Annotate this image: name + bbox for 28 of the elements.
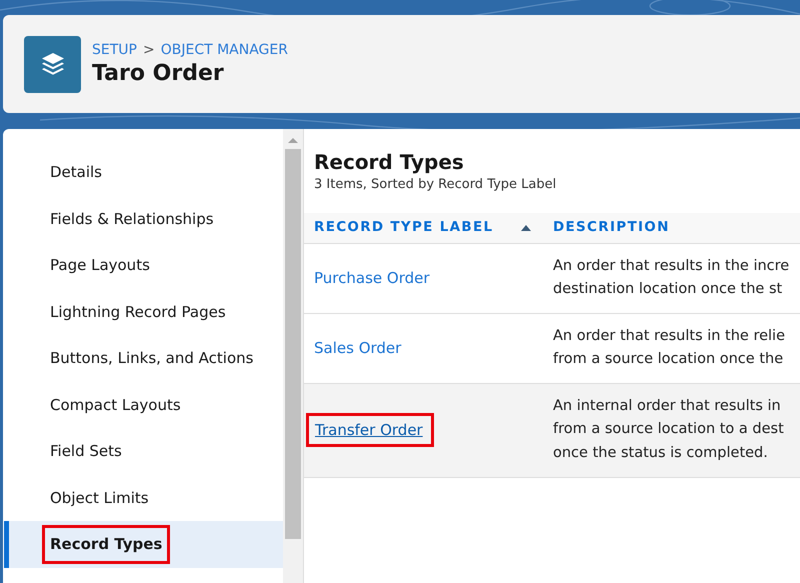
sidebar-item[interactable]: Compact Layouts <box>4 382 283 428</box>
record-type-link[interactable]: Sales Order <box>314 339 402 358</box>
sidebar-item[interactable]: Lightning Record Pages <box>4 288 283 335</box>
record-type-link[interactable]: Transfer Order <box>315 421 423 440</box>
breadcrumb-link[interactable]: SETUP <box>92 40 137 62</box>
description-text: An internal order that results in from a source location to a dest once the status is completed. <box>553 396 785 463</box>
layers-icon <box>24 36 81 92</box>
column-header[interactable]: RECORD TYPE LABEL <box>304 217 553 238</box>
description-text: An order that results in the incre destination location once the st <box>553 256 790 299</box>
column-header[interactable]: DESCRIPTION <box>553 217 800 238</box>
sidebar-item[interactable]: Page Layouts <box>4 242 283 288</box>
sidebar-item[interactable]: Object Limits <box>4 474 283 521</box>
breadcrumb-separator: > <box>142 41 155 60</box>
table-row[interactable]: Transfer Order An internal order that results in from a source location to a dest once the status is completed. <box>304 384 800 478</box>
table-row[interactable]: Purchase Order An order that results in the incre destination location once the st <box>304 244 800 314</box>
scrollbar[interactable] <box>283 129 303 583</box>
sidebar-item[interactable]: Details <box>4 149 283 196</box>
object-title: Taro Order <box>92 61 225 88</box>
item-count: 3 Items, Sorted by Record Type Label <box>314 176 558 194</box>
sidebar-item[interactable]: Buttons, Links, and Actions <box>4 335 283 382</box>
sidebar-item[interactable]: Record Types <box>4 521 283 568</box>
breadcrumb-link[interactable]: OBJECT MANAGER <box>160 40 288 62</box>
record-type-link[interactable]: Purchase Order <box>314 269 430 288</box>
sort-arrow-icon <box>521 224 531 231</box>
sidebar-item[interactable]: Field Sets <box>4 428 283 474</box>
section-title: Record Types <box>314 149 465 175</box>
description-text: An order that results in the relie from a source location once the <box>553 326 786 369</box>
sidebar-item[interactable]: Fields & Relationships <box>4 196 283 242</box>
